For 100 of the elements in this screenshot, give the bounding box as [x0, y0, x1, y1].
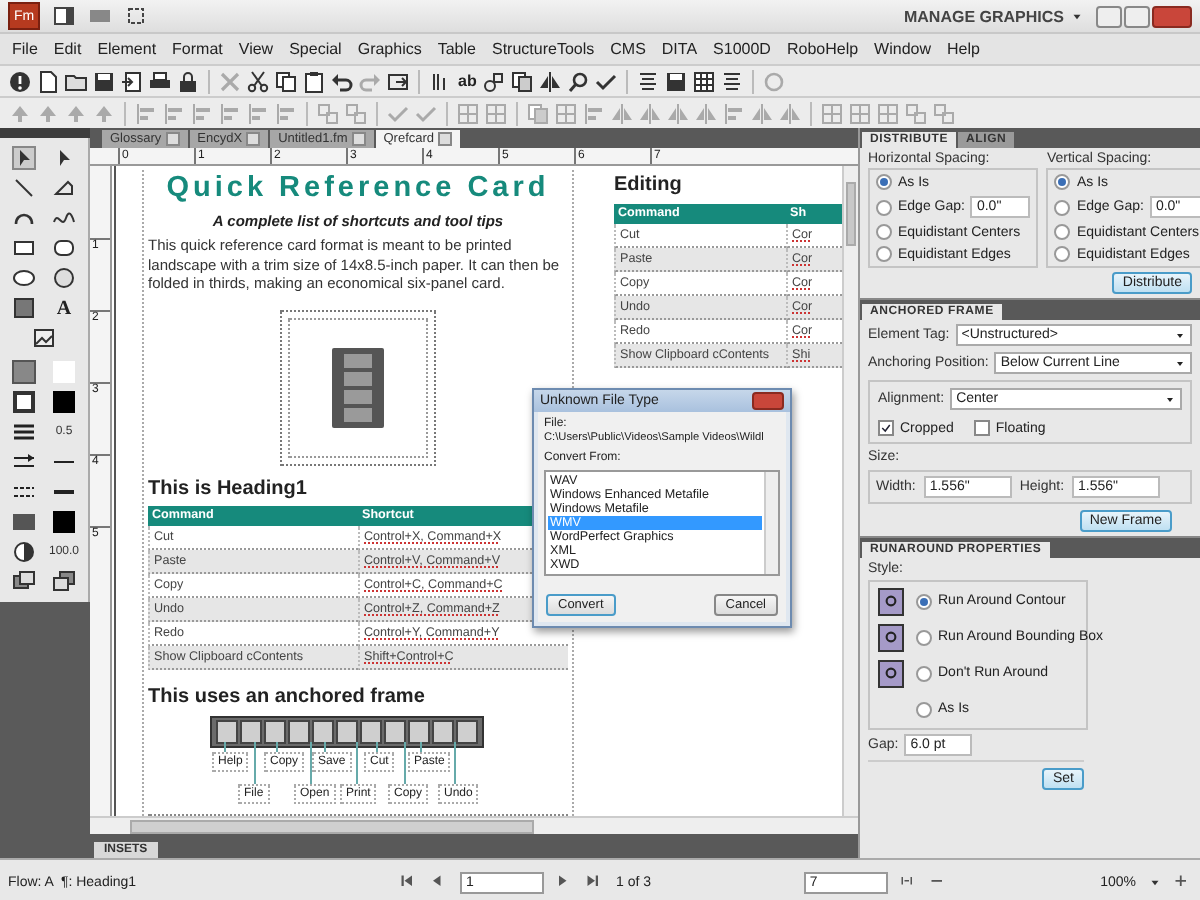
text-lines-icon[interactable]: [720, 69, 745, 93]
pen-pattern-icon[interactable]: [12, 390, 36, 414]
first-page-icon[interactable]: [400, 873, 418, 891]
align-icon: [722, 101, 746, 125]
image-tool-icon[interactable]: [32, 326, 56, 350]
runaround-icon[interactable]: [878, 623, 904, 651]
flip-icon[interactable]: [538, 69, 563, 93]
table-icon[interactable]: [692, 69, 717, 93]
view-options-icon[interactable]: [88, 4, 112, 28]
menu-item[interactable]: Table: [437, 40, 476, 58]
flip-icon: [638, 101, 662, 125]
flip-icon: [778, 101, 802, 125]
radio-button[interactable]: [1054, 174, 1071, 190]
caret-icon: [1164, 393, 1176, 405]
menu-item[interactable]: CMS: [610, 40, 646, 58]
line-tool-icon[interactable]: [12, 176, 36, 200]
tint-icon[interactable]: [12, 540, 36, 564]
menu-item[interactable]: Help: [947, 40, 980, 58]
menu-item[interactable]: Format: [172, 40, 223, 58]
heading: Editing: [614, 174, 684, 196]
circle-tool-icon[interactable]: [52, 266, 76, 290]
horizontal-scrollbar[interactable]: [90, 816, 858, 834]
radio-button[interactable]: [1054, 246, 1071, 262]
menu-item[interactable]: Window: [874, 40, 931, 58]
caret-icon[interactable]: [1148, 875, 1163, 889]
close-button[interactable]: [1152, 5, 1192, 27]
line-width-icon[interactable]: [12, 420, 36, 444]
align-icon: [134, 101, 158, 125]
radio-button[interactable]: [876, 174, 892, 190]
graphic-icon[interactable]: [482, 69, 507, 93]
radio-button[interactable]: [1054, 224, 1071, 240]
flip-icon: [666, 101, 690, 125]
checkmark-icon[interactable]: [414, 101, 438, 125]
flip-icon: [610, 101, 634, 125]
copy-icon[interactable]: [274, 69, 298, 93]
fill-color-icon[interactable]: [52, 510, 76, 534]
clipboard-icon[interactable]: [302, 69, 326, 93]
import-icon[interactable]: [120, 69, 144, 93]
save-icon[interactable]: [92, 69, 116, 93]
leader-line: [254, 741, 256, 783]
align-icon: [218, 101, 242, 125]
last-page-icon[interactable]: [586, 873, 604, 891]
menu-item[interactable]: Graphics: [357, 40, 422, 58]
radio-button[interactable]: [916, 593, 932, 609]
caret-icon: [1174, 357, 1186, 369]
text-tool[interactable]: A: [56, 297, 72, 319]
radio-button[interactable]: [1054, 199, 1071, 215]
zoom-options-icon[interactable]: [124, 4, 148, 28]
checkmark-icon[interactable]: [594, 69, 619, 93]
radio-button[interactable]: [876, 224, 892, 240]
checkbox[interactable]: [878, 420, 894, 436]
menu-item[interactable]: Special: [289, 40, 342, 58]
align-icon: [162, 101, 186, 125]
workspace-menu[interactable]: MANAGE GRAPHICS: [903, 7, 1084, 25]
radio-button[interactable]: [876, 199, 892, 215]
radio-button[interactable]: [916, 701, 932, 717]
save-icon[interactable]: [664, 69, 689, 93]
printer-icon[interactable]: [148, 69, 172, 93]
gradient-swatch-icon[interactable]: [12, 510, 36, 534]
menu-item[interactable]: View: [238, 40, 274, 58]
text-lines-icon[interactable]: [636, 69, 661, 93]
runaround-icon[interactable]: [878, 587, 904, 615]
rectangle-tool-icon[interactable]: [12, 236, 36, 260]
caret-icon: [1174, 329, 1186, 341]
menu-item[interactable]: DITA: [661, 40, 698, 58]
runaround-icon[interactable]: [878, 659, 904, 687]
menu-item[interactable]: S1000D: [713, 40, 771, 58]
vertical-scrollbar[interactable]: [842, 166, 858, 816]
minimize-button[interactable]: [1096, 5, 1122, 27]
checkbox[interactable]: [973, 420, 990, 436]
eraser-icon[interactable]: [52, 176, 76, 200]
scissors-icon[interactable]: [246, 69, 270, 93]
gradient-tool-icon[interactable]: [12, 296, 36, 320]
search-icon[interactable]: [566, 69, 591, 93]
rounded-rectangle-tool-icon[interactable]: [52, 236, 76, 260]
menu-item[interactable]: Edit: [53, 40, 82, 58]
selection-tool-icon[interactable]: [12, 146, 36, 170]
radio-button[interactable]: [916, 665, 932, 681]
panel-layout-icon[interactable]: [52, 4, 76, 28]
radio-button[interactable]: [916, 629, 932, 645]
maximize-button[interactable]: [1124, 5, 1150, 27]
checkmark-icon[interactable]: [386, 101, 410, 125]
menu-item[interactable]: StructureTools: [491, 40, 595, 58]
radio-button[interactable]: [876, 246, 892, 262]
send-back-icon[interactable]: [52, 570, 76, 594]
group-icon: [344, 101, 368, 125]
flip-icon: [750, 101, 774, 125]
spelling-button[interactable]: ab: [456, 72, 479, 90]
pen-swatch-icon[interactable]: [52, 390, 76, 414]
caret-icon: [1070, 9, 1084, 23]
menu-item[interactable]: File: [12, 40, 38, 58]
pages-icon[interactable]: [510, 69, 535, 93]
menu-item[interactable]: Element: [97, 40, 157, 58]
bring-front-icon[interactable]: [12, 570, 36, 594]
lock-icon[interactable]: [176, 69, 200, 93]
fit-width-icon[interactable]: [899, 873, 918, 891]
frame-icon[interactable]: [386, 69, 410, 93]
oval-tool-icon[interactable]: [12, 266, 36, 290]
menu-item[interactable]: RoboHelp: [786, 40, 859, 58]
undo-icon[interactable]: [330, 69, 354, 93]
